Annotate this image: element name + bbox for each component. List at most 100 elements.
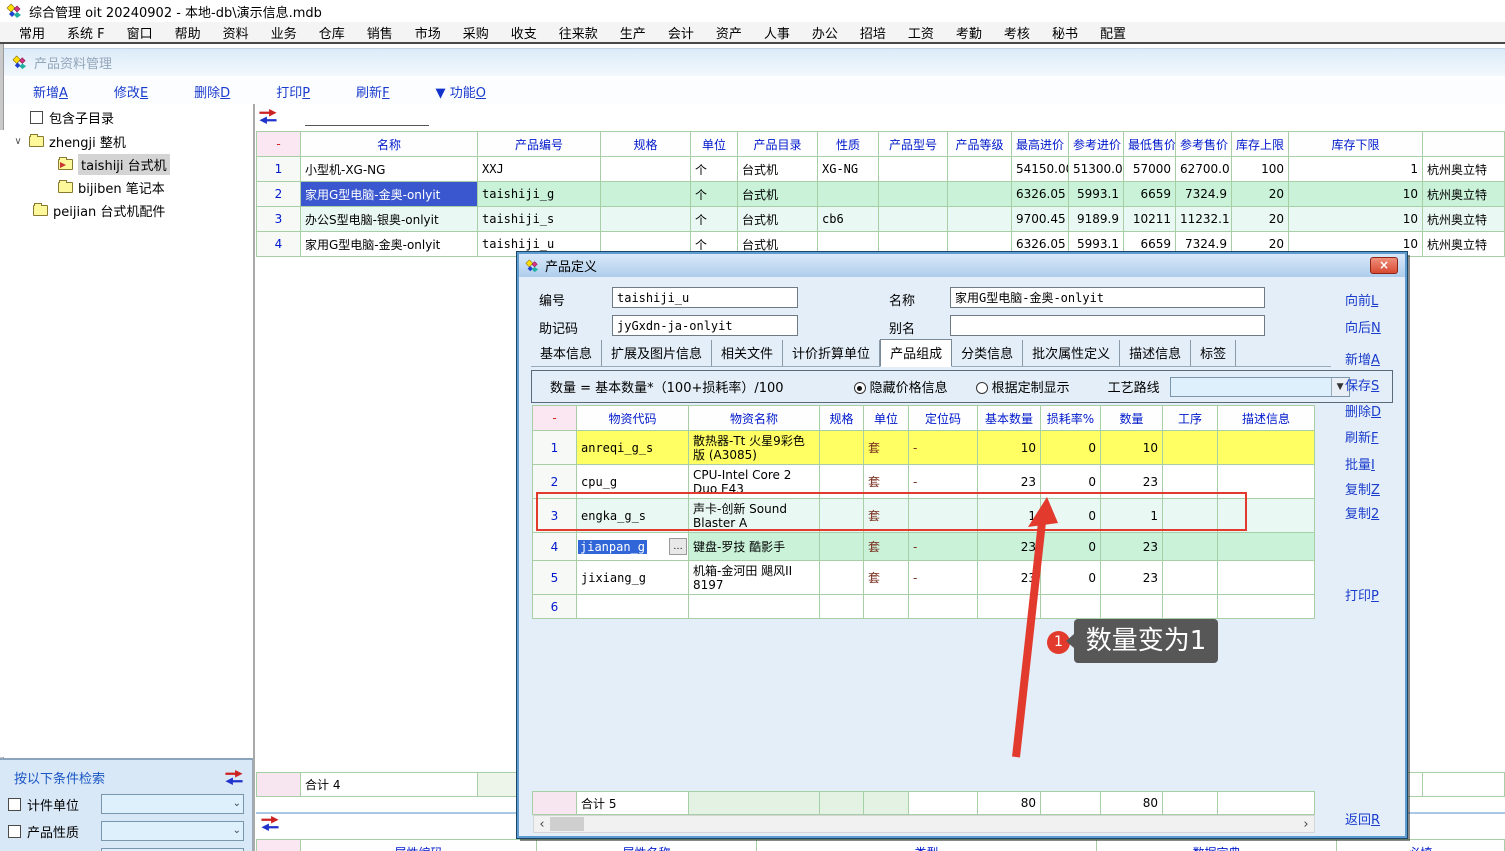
menu-item[interactable]: 帮助 bbox=[164, 21, 212, 44]
tree-item-peijian[interactable]: peijian 台式机配件 bbox=[0, 199, 253, 222]
menu-item[interactable]: 资料 bbox=[212, 21, 260, 44]
quick-search-input[interactable] bbox=[305, 108, 429, 126]
menu-item[interactable]: 考勤 bbox=[945, 21, 993, 44]
tab-price-units[interactable]: 计价折算单位 bbox=[783, 340, 880, 366]
tab-description[interactable]: 描述信息 bbox=[1120, 340, 1191, 366]
swap-columns-icon[interactable] bbox=[260, 816, 280, 831]
attribute-table: 属性编码 属性名称 类型 数据字典 必填 bbox=[256, 839, 1505, 851]
menu-item[interactable]: 招培 bbox=[849, 21, 897, 44]
filter-nature-select[interactable]: ⌄ bbox=[101, 821, 244, 841]
refresh-button[interactable]: 刷新F bbox=[356, 82, 390, 101]
name-label: 名称 bbox=[889, 290, 915, 309]
tab-batch-attributes[interactable]: 批次属性定义 bbox=[1023, 340, 1120, 366]
product-row[interactable]: 3 办公S型电脑-银奥-onlyit taishiji_s 个 台式机 cb6 … bbox=[257, 207, 1505, 232]
col-header: 物资代码 bbox=[577, 406, 689, 431]
tab-classification[interactable]: 分类信息 bbox=[952, 340, 1023, 366]
tab-extended-images[interactable]: 扩展及图片信息 bbox=[602, 340, 712, 366]
col-header: 损耗率% bbox=[1041, 406, 1101, 431]
menu-item[interactable]: 业务 bbox=[260, 21, 308, 44]
product-row-selected[interactable]: 2 家用G型电脑-金奥-onlyit taishiji_g 个 台式机 6326… bbox=[257, 182, 1505, 207]
scroll-right-icon[interactable]: › bbox=[1298, 817, 1314, 832]
tab-product-composition[interactable]: 产品组成 bbox=[880, 339, 952, 367]
functions-button[interactable]: ▼ 功能O bbox=[436, 82, 486, 101]
add-button[interactable]: 新增A bbox=[33, 82, 68, 101]
dialog-copy2-button[interactable]: 复制2 bbox=[1345, 503, 1379, 522]
composition-hscrollbar[interactable]: ‹ › bbox=[533, 815, 1315, 833]
dialog-delete-button[interactable]: 删除D bbox=[1345, 401, 1381, 420]
menu-item[interactable]: 窗口 bbox=[116, 21, 164, 44]
menu-item[interactable]: 秘书 bbox=[1041, 21, 1089, 44]
tree-item-taishiji[interactable]: taishiji 台式机 bbox=[0, 153, 253, 176]
code-field[interactable] bbox=[612, 287, 798, 308]
next-button[interactable]: 向后N bbox=[1345, 317, 1381, 336]
component-row[interactable]: 5 jixiang_g 机箱-金河田 飓风II 8197 套 - 23 0 23 bbox=[533, 561, 1315, 595]
menu-item[interactable]: 系统 F bbox=[56, 21, 116, 44]
dialog-print-button[interactable]: 打印P bbox=[1345, 585, 1379, 604]
filter-unit-checkbox[interactable] bbox=[8, 798, 21, 811]
component-row-empty[interactable]: 6 bbox=[533, 595, 1315, 619]
menu-item[interactable]: 资产 bbox=[705, 21, 753, 44]
hide-price-radio[interactable]: 隐藏价格信息 bbox=[854, 377, 948, 396]
route-select[interactable]: ▼ bbox=[1170, 377, 1350, 397]
menu-item[interactable]: 常用 bbox=[8, 21, 56, 44]
dialog-add-button[interactable]: 新增A bbox=[1345, 349, 1380, 368]
menu-item[interactable]: 会计 bbox=[657, 21, 705, 44]
search-panel-title: 按以下条件检索 bbox=[14, 768, 105, 787]
alias-field[interactable] bbox=[950, 315, 1265, 336]
component-row-editing[interactable]: 4 jianpan_g … 键盘-罗技 酷影手 套 - 23 0 23 bbox=[533, 533, 1315, 561]
include-subdir-checkbox[interactable] bbox=[30, 111, 43, 124]
scrollbar-thumb[interactable] bbox=[550, 817, 584, 831]
prev-button[interactable]: 向前L bbox=[1345, 290, 1378, 309]
editing-cell-value[interactable]: jianpan_g bbox=[578, 540, 647, 554]
component-row[interactable]: 2 cpu_g CPU-Intel Core 2 Duo E43 套 - 23 … bbox=[533, 465, 1315, 499]
dialog-return-button[interactable]: 返回R bbox=[1345, 809, 1380, 828]
edit-button[interactable]: 修改E bbox=[114, 82, 148, 101]
filter-nature-checkbox[interactable] bbox=[8, 825, 21, 838]
tab-basic-info[interactable]: 基本信息 bbox=[531, 340, 602, 366]
dialog-save-button[interactable]: 保存S bbox=[1345, 375, 1379, 394]
dialog-batch-button[interactable]: 批量I bbox=[1345, 454, 1375, 473]
menu-item[interactable]: 采购 bbox=[452, 21, 500, 44]
menu-item[interactable]: 仓库 bbox=[308, 21, 356, 44]
menu-item[interactable]: 人事 bbox=[753, 21, 801, 44]
menu-item[interactable]: 工资 bbox=[897, 21, 945, 44]
menu-item[interactable]: 市场 bbox=[404, 21, 452, 44]
product-definition-dialog: 产品定义 × 编号 名称 助记码 别名 向前L 向后N 基本信息 扩展及图片信息… bbox=[517, 252, 1407, 838]
scroll-left-icon[interactable]: ‹ bbox=[534, 817, 550, 832]
close-icon[interactable]: × bbox=[1370, 257, 1398, 274]
print-button[interactable]: 打印P bbox=[276, 82, 310, 101]
dialog-refresh-button[interactable]: 刷新F bbox=[1345, 427, 1379, 446]
menu-item[interactable]: 销售 bbox=[356, 21, 404, 44]
menu-item[interactable]: 往来款 bbox=[548, 21, 609, 44]
dialog-title-bar[interactable]: 产品定义 × bbox=[519, 254, 1405, 277]
name-field[interactable] bbox=[950, 287, 1265, 308]
dialog-copy-button[interactable]: 复制Z bbox=[1345, 479, 1380, 498]
component-row-highlighted[interactable]: 3 engka_g_s 声卡-创新 Sound Blaster A 套 1 0 … bbox=[533, 499, 1315, 533]
dialog-tabs: 基本信息 扩展及图片信息 相关文件 计价折算单位 产品组成 分类信息 批次属性定… bbox=[531, 344, 1331, 367]
col-header: 名称 bbox=[301, 132, 478, 157]
delete-button[interactable]: 删除D bbox=[194, 82, 230, 101]
menu-item[interactable]: 生产 bbox=[609, 21, 657, 44]
menu-item[interactable]: 收支 bbox=[500, 21, 548, 44]
menu-item[interactable]: 办公 bbox=[801, 21, 849, 44]
menu-item[interactable]: 配置 bbox=[1089, 21, 1137, 44]
product-row[interactable]: 1 小型机-XG-NG XXJ 个 台式机 XG-NG 54150.00 513… bbox=[257, 157, 1505, 182]
swap-columns-icon[interactable] bbox=[258, 109, 278, 124]
swap-columns-icon[interactable] bbox=[224, 770, 244, 785]
mnemonic-field[interactable] bbox=[612, 315, 798, 336]
title-bar: 综合管理 oit 20240902 - 本地-db\演示信息.mdb bbox=[0, 0, 1505, 22]
menu-item[interactable]: 考核 bbox=[993, 21, 1041, 44]
component-row[interactable]: 1 anreqi_g_s 散热器-Tt 火星9彩色版 (A3085) 套 - 1… bbox=[533, 431, 1315, 465]
tree-item-bijiben[interactable]: bijiben 笔记本 bbox=[0, 176, 253, 199]
tab-labels[interactable]: 标签 bbox=[1191, 340, 1236, 366]
col-header: 参考售价 bbox=[1176, 132, 1232, 157]
filter-unit-select[interactable]: ⌄ bbox=[101, 794, 244, 814]
selected-cell[interactable]: 家用G型电脑-金奥-onlyit bbox=[301, 182, 478, 207]
expander-icon[interactable]: ∨ bbox=[12, 136, 24, 147]
tree-item-zhengji[interactable]: ∨ zhengji 整机 bbox=[0, 130, 253, 153]
tab-related-files[interactable]: 相关文件 bbox=[712, 340, 783, 366]
col-header: 库存上限 bbox=[1232, 132, 1289, 157]
tree-splitter[interactable] bbox=[253, 104, 255, 851]
custom-display-radio[interactable]: 根据定制显示 bbox=[976, 377, 1070, 396]
lookup-ellipsis-button[interactable]: … bbox=[669, 538, 687, 555]
